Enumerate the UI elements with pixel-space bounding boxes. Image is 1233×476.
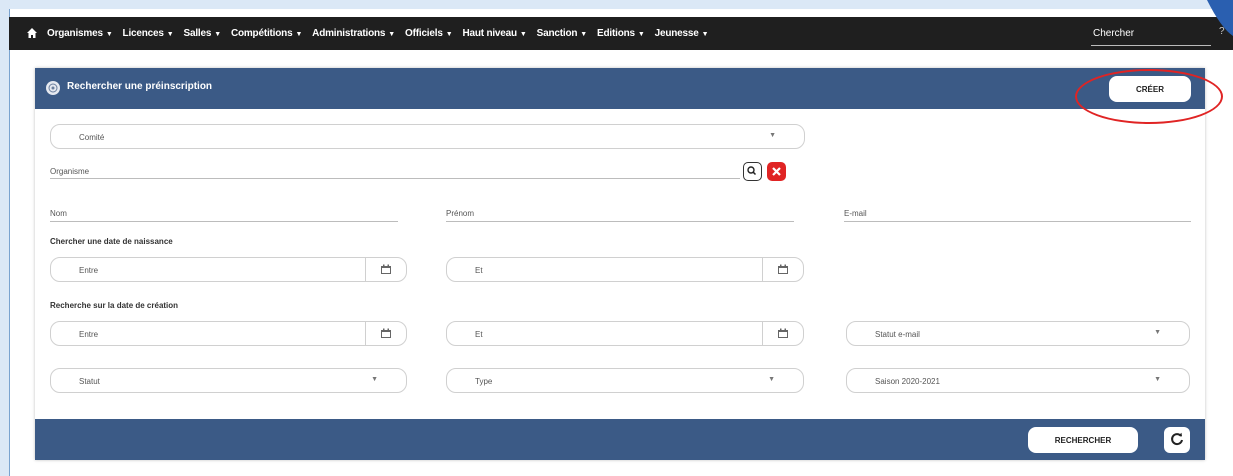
menu-jeunesse[interactable]: Jeunesse ▼: [655, 28, 709, 39]
chevron-down-icon: ▼: [371, 376, 378, 383]
type-value: Type: [475, 377, 493, 386]
refresh-icon: [1171, 432, 1183, 445]
global-search-input[interactable]: Chercher: [1091, 23, 1211, 46]
calendar-icon[interactable]: [380, 328, 392, 339]
comite-select[interactable]: Comité ▼: [50, 124, 805, 149]
saison-select[interactable]: Saison 2020-2021 ▼: [846, 368, 1190, 393]
comite-select-value: Comité: [79, 133, 105, 142]
menu-officiels[interactable]: Officiels ▼: [405, 28, 453, 39]
menu-sanction[interactable]: Sanction ▼: [537, 28, 588, 39]
menu-administrations[interactable]: Administrations ▼: [312, 28, 395, 39]
main-menu: Organismes ▼ Licences ▼ Salles ▼ Compétitio…: [47, 17, 709, 50]
caret-down-icon: ▼: [580, 31, 588, 38]
calendar-icon[interactable]: [777, 328, 789, 339]
caret-down-icon: ▼: [637, 31, 645, 38]
creation-date-label: Recherche sur la date de création: [50, 301, 179, 310]
chevron-down-icon: ▼: [769, 132, 776, 139]
calendar-icon[interactable]: [777, 264, 789, 275]
menu-licences[interactable]: Licences ▼: [123, 28, 174, 39]
caret-down-icon: ▼: [445, 31, 453, 38]
prenom-label: Prénom: [446, 209, 475, 218]
search-card: Rechercher une préinscription CRÉER Comi…: [35, 68, 1205, 460]
creation-date-to-placeholder: Et: [475, 330, 483, 339]
saison-value: Saison 2020-2021: [875, 377, 940, 386]
card-header: Rechercher une préinscription CRÉER: [35, 68, 1205, 109]
creation-date-from-placeholder: Entre: [79, 330, 99, 339]
caret-down-icon: ▼: [519, 31, 527, 38]
chevron-down-icon: ▼: [1154, 329, 1161, 336]
email-label: E-mail: [844, 209, 867, 218]
organisme-label: Organisme: [50, 167, 90, 176]
type-select[interactable]: Type ▼: [446, 368, 804, 393]
calendar-icon[interactable]: [380, 264, 392, 275]
caret-down-icon: ▼: [214, 31, 221, 38]
divider: [365, 322, 366, 345]
search-icon: [747, 166, 757, 176]
email-field[interactable]: E-mail: [844, 205, 1191, 222]
caret-down-icon: ▼: [701, 31, 709, 38]
statut-value: Statut: [79, 377, 100, 386]
menu-organismes[interactable]: Organismes ▼: [47, 28, 113, 39]
statut-email-select[interactable]: Statut e-mail ▼: [846, 321, 1190, 346]
corner-decoration-icon: [1207, 0, 1233, 36]
chevron-down-icon: ▼: [1154, 376, 1161, 383]
search-organisme-button[interactable]: [743, 162, 762, 181]
nom-label: Nom: [50, 209, 67, 218]
birth-date-from[interactable]: Entre: [50, 257, 407, 282]
statut-select[interactable]: Statut ▼: [50, 368, 407, 393]
creation-date-from[interactable]: Entre: [50, 321, 407, 346]
close-icon: [772, 167, 781, 176]
menu-haut-niveau[interactable]: Haut niveau ▼: [462, 28, 526, 39]
birth-date-to[interactable]: Et: [446, 257, 804, 282]
chevron-down-icon: ▼: [768, 376, 775, 383]
menu-salles[interactable]: Salles ▼: [183, 28, 221, 39]
highlight-annotation: [1075, 69, 1223, 124]
page-title: Rechercher une préinscription: [67, 81, 213, 92]
birth-date-to-placeholder: Et: [475, 266, 483, 275]
birth-date-from-placeholder: Entre: [79, 266, 99, 275]
divider: [762, 322, 763, 345]
divider: [762, 258, 763, 281]
caret-down-icon: ▼: [295, 31, 303, 38]
nom-field[interactable]: Nom: [50, 205, 398, 222]
creation-date-to[interactable]: Et: [446, 321, 804, 346]
home-icon[interactable]: [26, 27, 38, 39]
divider: [365, 258, 366, 281]
caret-down-icon: ▼: [388, 31, 396, 38]
prenom-field[interactable]: Prénom: [446, 205, 794, 222]
menu-competitions[interactable]: Compétitions ▼: [231, 28, 302, 39]
statut-email-value: Statut e-mail: [875, 330, 920, 339]
organisme-field[interactable]: Organisme: [50, 162, 740, 179]
top-navbar: Organismes ▼ Licences ▼ Salles ▼ Compétitio…: [9, 17, 1233, 50]
caret-down-icon: ▼: [166, 31, 174, 38]
menu-editions[interactable]: Editions ▼: [597, 28, 645, 39]
birth-date-label: Chercher une date de naissance: [50, 237, 173, 246]
search-button[interactable]: RECHERCHER: [1028, 427, 1138, 453]
caret-down-icon: ▼: [105, 31, 113, 38]
clear-organisme-button[interactable]: [767, 162, 786, 181]
edit-icon: [46, 81, 60, 95]
reset-button[interactable]: [1164, 427, 1190, 453]
card-footer: RECHERCHER: [35, 419, 1205, 460]
